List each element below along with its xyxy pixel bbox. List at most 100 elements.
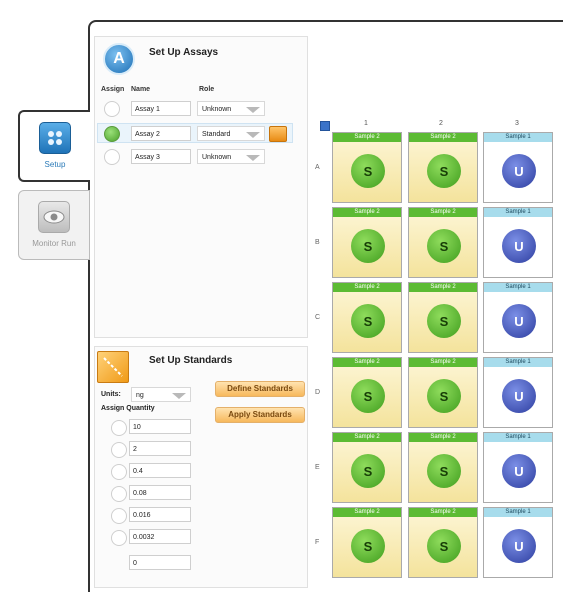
quantity-field[interactable]: 0 — [129, 555, 191, 570]
well-sample-label: Sample 1 — [484, 133, 552, 142]
quantity-radio[interactable] — [111, 420, 127, 436]
quantity-field[interactable]: 0.016 — [129, 507, 191, 522]
standard-marker: S — [427, 154, 461, 188]
quantity-field[interactable]: 0.4 — [129, 463, 191, 478]
assay-role-dropdown[interactable]: Unknown — [197, 149, 265, 164]
assay-role-dropdown[interactable]: Unknown — [197, 101, 265, 116]
assay-role-value: Standard — [202, 131, 231, 138]
standard-settings-icon[interactable] — [269, 126, 287, 142]
eye-icon — [38, 201, 70, 233]
row-header: B — [315, 239, 320, 246]
unknown-marker: U — [502, 379, 536, 413]
well-sample-label: Sample 1 — [484, 508, 552, 517]
assay-row-2[interactable]: Assay 2 Standard — [97, 123, 293, 143]
assay-name-field[interactable]: Assay 3 — [131, 149, 191, 164]
standard-marker: S — [427, 454, 461, 488]
column-header: 3 — [515, 120, 519, 127]
well-sample-label: Sample 2 — [333, 283, 401, 292]
well-sample-label: Sample 1 — [484, 208, 552, 217]
quantity-field[interactable]: 0.0032 — [129, 529, 191, 544]
plate-grid: 1 2 3 A B C D E F Sample 2 S Sample 2 S Samp… — [306, 110, 563, 585]
quantity-field[interactable]: 10 — [129, 419, 191, 434]
plate-well[interactable]: Sample 2 S — [332, 282, 402, 353]
plate-well[interactable]: Sample 2 S — [332, 207, 402, 278]
standard-marker: S — [427, 379, 461, 413]
units-dropdown[interactable]: ng — [131, 387, 191, 402]
plate-well[interactable]: Sample 1 U — [483, 357, 553, 428]
plate-well[interactable]: Sample 1 U — [483, 132, 553, 203]
plate-well[interactable]: Sample 2 S — [332, 357, 402, 428]
units-value: ng — [136, 392, 144, 399]
assay-role-value: Unknown — [202, 106, 232, 113]
plate-well[interactable]: Sample 2 S — [408, 207, 478, 278]
plate-well[interactable]: Sample 2 S — [332, 507, 402, 578]
well-sample-label: Sample 1 — [484, 358, 552, 367]
standard-marker: S — [427, 304, 461, 338]
name-header: Name — [131, 86, 151, 93]
standard-marker: S — [351, 379, 385, 413]
assay-role-value: Unknown — [202, 154, 232, 161]
quantity-radio[interactable] — [111, 442, 127, 458]
quantity-field[interactable]: 0.08 — [129, 485, 191, 500]
assay-row-1[interactable]: Assay 1 Unknown — [97, 99, 293, 119]
chevron-down-icon — [246, 155, 260, 161]
assay-row-3[interactable]: Assay 3 Unknown — [97, 147, 293, 167]
standard-marker: S — [351, 229, 385, 263]
row-header: E — [315, 464, 320, 471]
assays-title: Set Up Assays — [149, 47, 219, 58]
quantity-radio[interactable] — [111, 464, 127, 480]
chevron-down-icon — [246, 107, 260, 113]
assign-quantity-label: Assign Quantity — [101, 405, 155, 412]
tab-monitor-run[interactable]: Monitor Run — [18, 190, 90, 260]
assay-radio[interactable] — [104, 101, 120, 117]
plate-well[interactable]: Sample 1 U — [483, 432, 553, 503]
standard-marker: S — [351, 529, 385, 563]
units-label: Units: — [101, 391, 121, 398]
plate-well[interactable]: Sample 2 S — [408, 357, 478, 428]
assays-badge: A — [103, 43, 135, 75]
column-header: 2 — [439, 120, 443, 127]
row-header: F — [315, 539, 320, 546]
plate-well[interactable]: Sample 2 S — [408, 507, 478, 578]
well-sample-label: Sample 2 — [409, 433, 477, 442]
column-header: 1 — [364, 120, 368, 127]
assay-radio[interactable] — [104, 149, 120, 165]
row-header: D — [315, 389, 321, 396]
tab-monitor-run-label: Monitor Run — [32, 239, 76, 248]
quantity-field[interactable]: 2 — [129, 441, 191, 456]
plate-well[interactable]: Sample 2 S — [408, 282, 478, 353]
tab-setup[interactable]: Setup — [18, 110, 90, 182]
chevron-down-icon — [246, 132, 260, 138]
row-header: C — [315, 314, 321, 321]
assay-name-field[interactable]: Assay 1 — [131, 101, 191, 116]
plate-well[interactable]: Sample 2 S — [332, 432, 402, 503]
assay-name-field[interactable]: Assay 2 — [131, 126, 191, 141]
assays-panel: A Set Up Assays Assign Name Role Assay 1… — [94, 36, 308, 338]
standard-marker: S — [427, 529, 461, 563]
well-sample-label: Sample 2 — [409, 208, 477, 217]
quantity-radio[interactable] — [111, 530, 127, 546]
unknown-marker: U — [502, 454, 536, 488]
plate-select-all-icon[interactable] — [320, 121, 330, 131]
unknown-marker: U — [502, 229, 536, 263]
apply-standards-button[interactable]: Apply Standards — [215, 407, 305, 423]
plate-well[interactable]: Sample 1 U — [483, 282, 553, 353]
assay-role-dropdown[interactable]: Standard — [197, 126, 265, 141]
well-sample-label: Sample 2 — [333, 133, 401, 142]
standards-panel: Set Up Standards Units: ng Assign Quanti… — [94, 346, 308, 588]
plate-well[interactable]: Sample 2 S — [332, 132, 402, 203]
quantity-radio[interactable] — [111, 508, 127, 524]
well-sample-label: Sample 2 — [409, 133, 477, 142]
quantity-radio[interactable] — [111, 486, 127, 502]
plate-well[interactable]: Sample 2 S — [408, 432, 478, 503]
tab-setup-label: Setup — [44, 160, 66, 169]
assay-radio-selected[interactable] — [104, 126, 120, 142]
well-sample-label: Sample 2 — [333, 433, 401, 442]
plate-well[interactable]: Sample 2 S — [408, 132, 478, 203]
standard-marker: S — [351, 454, 385, 488]
setup-grid-icon — [39, 122, 71, 154]
plate-well[interactable]: Sample 1 U — [483, 207, 553, 278]
define-standards-button[interactable]: Define Standards — [215, 381, 305, 397]
plate-well[interactable]: Sample 1 U — [483, 507, 553, 578]
well-sample-label: Sample 1 — [484, 433, 552, 442]
